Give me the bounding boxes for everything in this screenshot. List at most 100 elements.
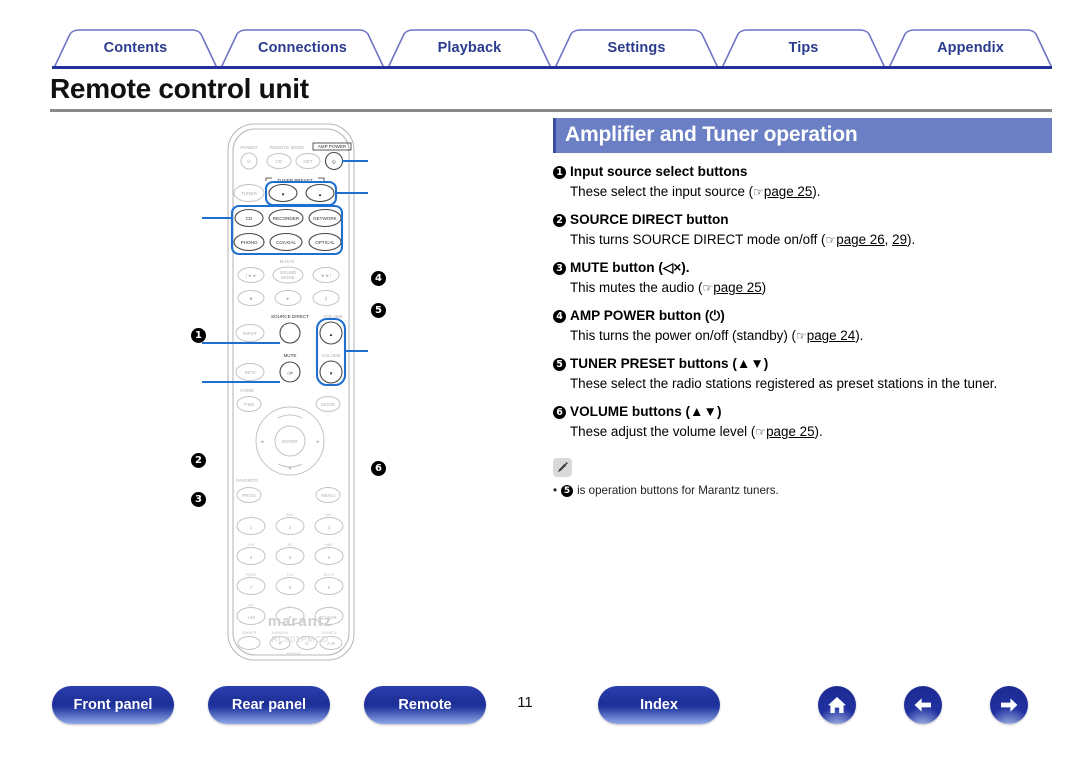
callout-2-label: 2 <box>195 455 202 466</box>
callout-5: 5 <box>371 303 386 318</box>
remote-button[interactable]: Remote <box>364 686 486 724</box>
svg-text:OPTICAL: OPTICAL <box>315 240 335 245</box>
svg-text:8: 8 <box>289 585 292 590</box>
section-heading: Amplifier and Tuner operation <box>553 118 1052 153</box>
tab-settings[interactable]: Settings <box>555 28 718 68</box>
front-panel-button[interactable]: Front panel <box>52 686 174 724</box>
source-direct-button <box>279 322 301 344</box>
item-6-title-text: VOLUME buttons (▲▼) <box>570 404 722 420</box>
svg-text:a/A: a/A <box>248 603 254 607</box>
item-4-number: 4 <box>553 310 566 324</box>
tab-settings-label: Settings <box>607 40 666 56</box>
list-item: 5 TUNER PRESET buttons (▲▼) These select… <box>553 356 1052 393</box>
tab-contents-label: Contents <box>103 40 168 56</box>
tab-playback-label: Playback <box>437 40 502 56</box>
rear-panel-label: Rear panel <box>231 697 307 713</box>
item-3-title: 3 MUTE button (◁×). <box>553 260 1052 277</box>
svg-text:4: 4 <box>250 555 253 560</box>
item-4-title-text: AMP POWER button (⏻) <box>570 308 725 324</box>
item-1-title: 1 Input source select buttons <box>553 164 1052 181</box>
svg-text:WXYZ: WXYZ <box>324 573 335 577</box>
svg-text:6: 6 <box>328 555 331 560</box>
page-link[interactable]: page 24 <box>807 328 855 343</box>
back-arrow-icon[interactable] <box>904 686 942 724</box>
pointing-hand-icon: ☞ <box>702 281 714 296</box>
svg-text:REPEAT: REPEAT <box>287 652 302 656</box>
callout-1-label: 1 <box>195 330 202 341</box>
remote-control-illustration: .bd { fill:#fff; stroke:#b9b9b9; stroke-… <box>150 118 450 668</box>
item-4-body: This turns the power on/off (standby) (☞… <box>570 327 1052 345</box>
model-number: RC001PMCD <box>150 634 450 644</box>
item-6-body-suffix: ). <box>814 424 823 440</box>
svg-text:INPUT: INPUT <box>243 331 257 336</box>
svg-text:GHI: GHI <box>248 543 254 547</box>
item-2-title-text: SOURCE DIRECT button <box>570 212 729 228</box>
list-item: 3 MUTE button (◁×). This mutes the audio… <box>553 260 1052 297</box>
page-link[interactable]: page 25 <box>766 424 814 439</box>
pointing-hand-icon: ☞ <box>753 184 764 199</box>
item-4-body-suffix: ). <box>855 328 864 344</box>
callout-3-label: 3 <box>195 494 202 505</box>
svg-text:||: || <box>325 296 327 301</box>
tab-bar-rule <box>52 66 1052 69</box>
list-item: 2 SOURCE DIRECT button This turns SOURCE… <box>553 212 1052 249</box>
svg-text:⏻: ⏻ <box>332 160 336 165</box>
svg-text:TUV: TUV <box>286 573 294 577</box>
page-link[interactable]: page 25 <box>764 184 812 199</box>
forward-arrow-glyph <box>1001 698 1018 712</box>
item-1-number: 1 <box>553 166 566 179</box>
rear-panel-button[interactable]: Rear panel <box>208 686 330 724</box>
svg-text:MNO: MNO <box>325 543 334 547</box>
svg-text:MODE: MODE <box>321 402 335 407</box>
note-text: is operation buttons for Marantz tuners. <box>577 484 779 498</box>
tab-connections[interactable]: Connections <box>221 28 384 68</box>
item-3-title-text: MUTE button (◁×). <box>570 260 690 276</box>
note-bullet: • <box>553 484 558 498</box>
index-button[interactable]: Index <box>598 686 720 724</box>
pointing-hand-icon: ☞ <box>755 425 767 440</box>
page-link[interactable]: page 25 <box>713 280 761 295</box>
content-column: Amplifier and Tuner operation 1 Input so… <box>553 118 1052 497</box>
item-3-body-suffix: ) <box>761 280 767 296</box>
item-2-body-text: This turns SOURCE DIRECT mode on/off ( <box>570 232 826 248</box>
tab-appendix-label: Appendix <box>937 40 1004 56</box>
callout-1: 1 <box>191 328 206 343</box>
svg-text:TUNER: TUNER <box>241 191 258 196</box>
svg-text:TIME: TIME <box>244 402 255 407</box>
item-1-body: These select the input source (☞page 25)… <box>570 183 1052 201</box>
tab-tips[interactable]: Tips <box>722 28 885 68</box>
svg-text:COAXIAL: COAXIAL <box>276 240 296 245</box>
item-1-body-suffix: ). <box>812 183 821 199</box>
callout-2: 2 <box>191 453 206 468</box>
forward-arrow-icon[interactable] <box>990 686 1028 724</box>
svg-text:2: 2 <box>289 525 292 530</box>
item-2-number: 2 <box>553 214 566 228</box>
svg-text:.,/:: .,/: <box>249 513 253 517</box>
svg-text:▼: ▼ <box>329 371 334 376</box>
svg-text:HOME: HOME <box>240 388 254 393</box>
svg-text:RECORDER: RECORDER <box>273 216 300 221</box>
svg-text:3: 3 <box>328 525 331 530</box>
svg-text:◁×: ◁× <box>287 371 294 376</box>
tab-playback[interactable]: Playback <box>388 28 551 68</box>
svg-text:REMOTE MODE: REMOTE MODE <box>270 145 305 150</box>
page-link-secondary[interactable]: 29 <box>892 232 907 247</box>
callout-6: 6 <box>371 461 386 476</box>
svg-text:▲: ▲ <box>329 332 334 337</box>
svg-text:JKL: JKL <box>287 543 293 547</box>
pointing-hand-icon: ☞ <box>796 329 807 344</box>
svg-text:9: 9 <box>328 585 331 590</box>
note-text-line: • 5 is operation buttons for Marantz tun… <box>553 484 1052 497</box>
pencil-icon <box>553 458 572 478</box>
mute-label: MUTE <box>283 353 296 358</box>
home-icon[interactable] <box>818 686 856 724</box>
page-link[interactable]: page 26 <box>836 232 884 247</box>
tab-appendix[interactable]: Appendix <box>889 28 1052 68</box>
item-6-body-text: These adjust the volume level ( <box>570 424 756 440</box>
tab-contents[interactable]: Contents <box>54 28 217 68</box>
note-number-badge: 5 <box>561 484 574 497</box>
svg-text:VOLUME: VOLUME <box>321 353 340 358</box>
svg-text:DEF: DEF <box>325 513 333 517</box>
svg-text:MODE: MODE <box>281 275 295 280</box>
svg-text:►►|: ►►| <box>321 273 331 278</box>
